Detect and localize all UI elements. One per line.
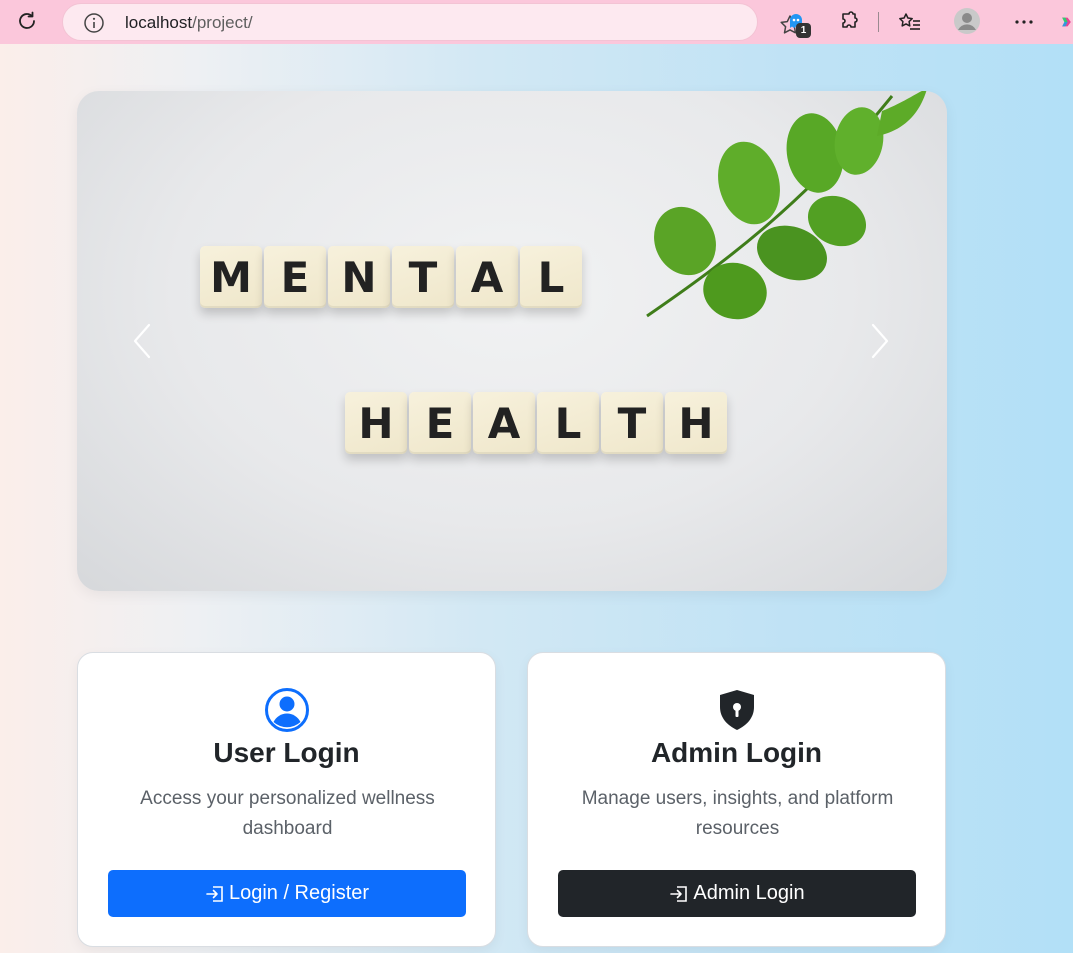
more-icon[interactable] bbox=[1010, 8, 1038, 36]
shield-lock-icon bbox=[714, 687, 760, 733]
chevron-left-icon bbox=[133, 323, 151, 359]
info-icon[interactable] bbox=[83, 12, 105, 34]
letter-tile: A bbox=[473, 392, 535, 454]
letter-tile: M bbox=[200, 246, 262, 308]
admin-login-button[interactable]: Admin Login bbox=[558, 870, 916, 917]
carousel-prev-button[interactable] bbox=[122, 316, 162, 366]
carousel-next-button[interactable] bbox=[860, 316, 900, 366]
profile-icon[interactable] bbox=[952, 6, 982, 36]
chevron-right-icon bbox=[871, 323, 889, 359]
leaf-image bbox=[646, 91, 927, 320]
user-login-title: User Login bbox=[213, 737, 360, 768]
login-icon bbox=[206, 885, 223, 902]
toolbar-divider bbox=[878, 12, 879, 32]
admin-login-description: Manage users, insights, and platform res… bbox=[581, 788, 894, 839]
admin-login-label: Admin Login bbox=[693, 882, 805, 904]
letter-tile: L bbox=[520, 246, 582, 308]
letter-tile: T bbox=[601, 392, 663, 454]
extension-icon[interactable]: 1 bbox=[782, 8, 812, 38]
login-register-button[interactable]: Login / Register bbox=[108, 870, 466, 917]
copilot-icon[interactable] bbox=[1060, 10, 1073, 34]
extension-badge: 1 bbox=[796, 23, 811, 38]
admin-login-card: Admin Login Manage users, insights, and … bbox=[527, 652, 946, 947]
user-login-card: User Login Access your personalized well… bbox=[77, 652, 496, 947]
user-circle-icon bbox=[264, 687, 310, 733]
letter-tile: E bbox=[409, 392, 471, 454]
reload-icon[interactable] bbox=[10, 6, 44, 36]
browser-toolbar: localhost/project/ 1 bbox=[0, 0, 1073, 44]
url-host: localhost bbox=[125, 13, 193, 32]
letter-tile: N bbox=[328, 246, 390, 308]
login-icon bbox=[670, 885, 688, 902]
word-mental: M E N T A L bbox=[200, 246, 582, 308]
hero-carousel: M E N T A L H E A L T H bbox=[77, 91, 947, 591]
address-bar[interactable]: localhost/project/ bbox=[62, 3, 800, 41]
letter-tile: T bbox=[392, 246, 454, 308]
admin-login-title: Admin Login bbox=[650, 737, 823, 768]
url-path: /project/ bbox=[192, 13, 253, 32]
letter-tile: L bbox=[537, 392, 599, 454]
favorites-icon[interactable] bbox=[896, 8, 924, 36]
login-register-label: Login / Register bbox=[228, 882, 370, 904]
word-health: H E A L T H bbox=[345, 392, 727, 454]
url-text[interactable]: localhost/project/ bbox=[125, 13, 253, 33]
letter-tile: H bbox=[665, 392, 727, 454]
letter-tile: E bbox=[264, 246, 326, 308]
letter-tile: H bbox=[345, 392, 407, 454]
letter-tile: A bbox=[456, 246, 518, 308]
puzzle-icon[interactable] bbox=[835, 8, 863, 36]
user-login-description: Access your personalized wellness dashbo… bbox=[140, 788, 435, 839]
